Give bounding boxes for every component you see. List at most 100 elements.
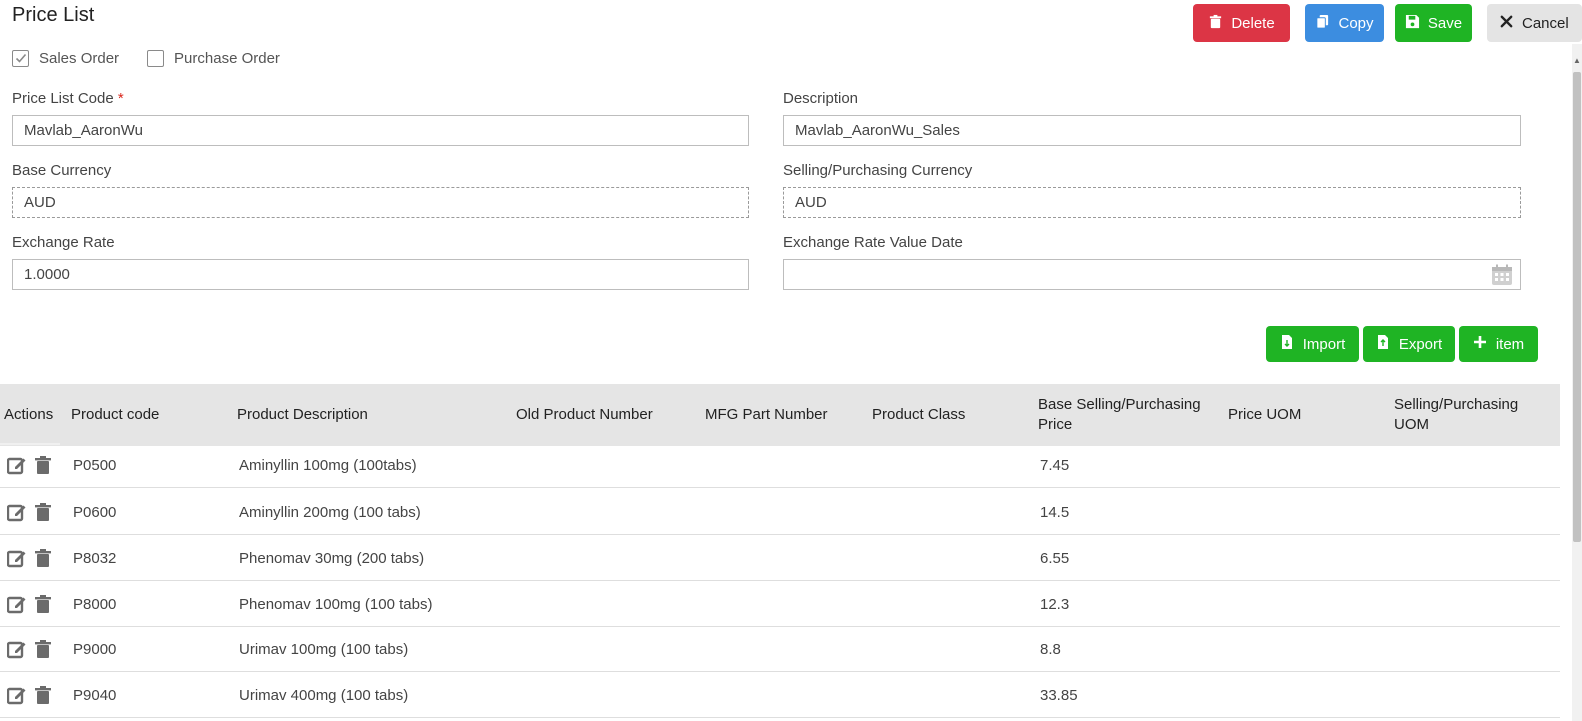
product-description-cell: Urimav 400mg (100 tabs) [239,686,409,704]
description-input[interactable]: Mavlab_AaronWu_Sales [783,115,1521,146]
delete-button[interactable]: Delete [1193,4,1290,42]
price-list-code-label: Price List Code * [12,90,124,107]
row-actions [6,626,53,672]
trash-icon[interactable] [33,502,53,522]
calendar-icon[interactable] [1491,264,1513,286]
add-item-label: item [1495,335,1525,353]
product-description-cell: Aminyllin 200mg (100 tabs) [239,503,421,521]
column-header-price-uom[interactable]: Price UOM [1228,384,1301,446]
copy-label: Copy [1338,14,1374,32]
base-currency-label: Base Currency [12,162,112,179]
product-code-cell: P8000 [73,595,117,613]
product-description-cell: Phenomav 30mg (200 tabs) [239,549,425,567]
edit-icon[interactable] [6,548,27,568]
import-label: Import [1302,335,1346,353]
row-actions [6,535,53,581]
product-code-cell: P9040 [73,686,117,704]
product-description-cell: Aminyllin 100mg (100tabs) [239,456,417,474]
edit-icon[interactable] [6,455,27,475]
trash-icon[interactable] [33,548,53,568]
file-export-icon [1376,335,1390,353]
product-code-cell: P0500 [73,456,117,474]
column-header-mfg-part-number[interactable]: MFG Part Number [705,384,828,446]
cancel-label: Cancel [1522,14,1569,32]
description-label: Description [783,90,859,107]
row-actions [6,442,53,488]
base-price-header-line1: Base Selling/Purchasing [1038,396,1201,413]
column-header-product-code[interactable]: Product code [71,384,159,446]
column-header-selling-uom[interactable]: Selling/Purchasing UOM [1394,384,1518,446]
trash-icon[interactable] [33,455,53,475]
row-actions [6,672,53,718]
table-row[interactable]: P8000 Phenomav 100mg (100 tabs) 12.3 [0,581,1560,627]
base-currency-field: AUD [12,187,749,218]
trash-icon [1208,14,1223,33]
edit-icon[interactable] [6,685,27,705]
trash-icon[interactable] [33,685,53,705]
import-button[interactable]: Import [1266,326,1359,362]
selling-currency-field: AUD [783,187,1521,218]
exchange-rate-date-input[interactable] [783,259,1521,290]
exchange-rate-label: Exchange Rate [12,234,115,251]
edit-icon[interactable] [6,502,27,522]
table-row[interactable]: P9000 Urimav 100mg (100 tabs) 8.8 [0,626,1560,672]
purchase-order-label: Purchase Order [174,49,280,67]
purchase-order-option[interactable]: Purchase Order [147,49,280,67]
floppy-icon [1405,14,1420,33]
exchange-rate-date-label: Exchange Rate Value Date [783,234,963,251]
column-header-base-price[interactable]: Base Selling/Purchasing Price [1038,384,1201,446]
plus-icon [1473,335,1487,353]
base-price-cell: 8.8 [1040,640,1061,658]
table-row[interactable]: P0500 Aminyllin 100mg (100tabs) 7.45 [0,442,1560,488]
selling-uom-header-line2: UOM [1394,416,1429,433]
save-label: Save [1427,14,1463,32]
checkmark-icon [15,53,26,63]
table-row[interactable]: P8032 Phenomav 30mg (200 tabs) 6.55 [0,535,1560,581]
close-icon [1499,14,1514,33]
row-actions [6,489,53,535]
column-header-old-product-number[interactable]: Old Product Number [516,384,653,446]
table-row[interactable]: P9040 Urimav 400mg (100 tabs) 33.85 [0,672,1560,718]
scroll-up-arrow-icon[interactable]: ▲ [1573,56,1581,65]
base-price-cell: 6.55 [1040,549,1070,567]
delete-label: Delete [1231,14,1275,32]
copy-button[interactable]: Copy [1305,4,1384,42]
base-price-cell: 14.5 [1040,503,1070,521]
row-actions [6,581,53,627]
sales-order-option[interactable]: Sales Order [12,49,120,67]
required-marker: * [117,90,124,107]
sales-order-checkbox[interactable] [12,49,29,67]
product-code-cell: P9000 [73,640,117,658]
export-button[interactable]: Export [1363,326,1455,362]
purchase-order-checkbox[interactable] [147,49,165,67]
edit-icon[interactable] [6,594,27,614]
price-list-code-label-text: Price List Code [12,90,114,107]
save-button[interactable]: Save [1395,4,1472,42]
edit-icon[interactable] [6,639,27,659]
scrollbar-thumb[interactable] [1573,72,1581,542]
base-price-cell: 12.3 [1040,595,1070,613]
product-description-cell: Phenomav 100mg (100 tabs) [239,595,433,613]
cancel-button[interactable]: Cancel [1487,4,1582,42]
column-header-actions: Actions [4,406,54,423]
product-description-cell: Urimav 100mg (100 tabs) [239,640,409,658]
column-header-product-description[interactable]: Product Description [237,384,368,446]
price-list-code-input[interactable]: Mavlab_AaronWu [12,115,749,146]
page-scrollbar[interactable]: ▲ [1572,44,1582,721]
export-label: Export [1398,335,1443,353]
base-price-header-line2: Price [1038,416,1073,433]
add-item-button[interactable]: item [1459,326,1538,362]
top-toolbar: Delete Copy Save Cancel [0,4,1582,42]
table-row[interactable]: P0600 Aminyllin 200mg (100 tabs) 14.5 [0,489,1560,535]
base-price-cell: 33.85 [1040,686,1078,704]
trash-icon[interactable] [33,594,53,614]
selling-currency-label: Selling/Purchasing Currency [783,162,973,179]
selling-uom-header-line1: Selling/Purchasing [1394,396,1519,413]
trash-icon[interactable] [33,639,53,659]
product-code-cell: P0600 [73,503,117,521]
sales-order-label: Sales Order [39,49,120,67]
file-import-icon [1280,335,1294,353]
exchange-rate-input[interactable]: 1.0000 [12,259,749,290]
column-header-product-class[interactable]: Product Class [872,384,965,446]
product-code-cell: P8032 [73,549,117,567]
